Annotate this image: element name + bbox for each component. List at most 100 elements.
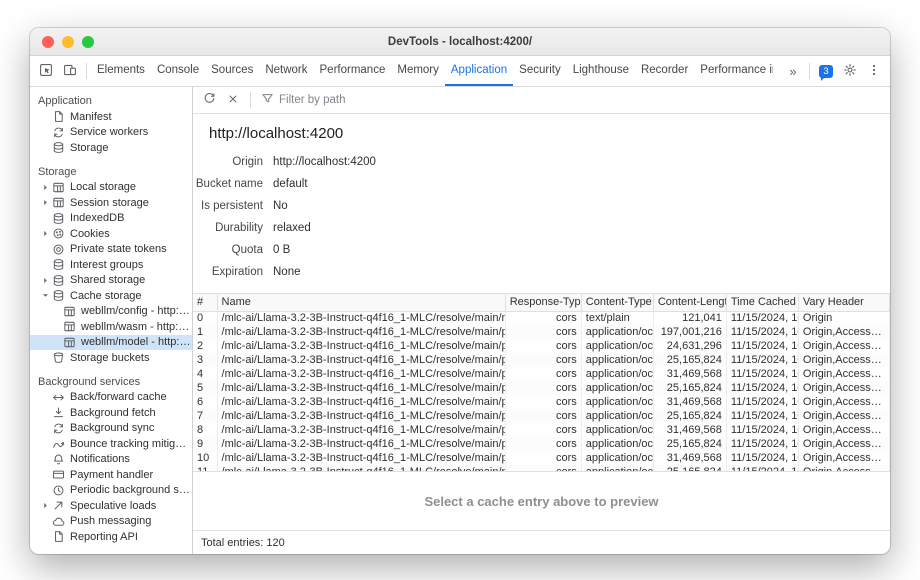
sidebar-item-indexeddb[interactable]: IndexedDB — [30, 211, 192, 227]
chevron-right-icon[interactable] — [40, 501, 51, 510]
tab-performance-insights[interactable]: Performance insights — [694, 56, 773, 86]
sidebar-item-reporting-api[interactable]: Reporting API — [30, 529, 192, 545]
tab-network[interactable]: Network — [259, 56, 313, 86]
chevron-right-icon[interactable] — [40, 276, 51, 285]
delete-selected-icon[interactable] — [222, 89, 244, 111]
table-cell: 2 — [193, 339, 217, 353]
sidebar-item-service-workers[interactable]: Service workers — [30, 125, 192, 141]
table-row[interactable]: 8/mlc-ai/Llama-3.2-3B-Instruct-q4f16_1-M… — [193, 423, 890, 437]
column-header-content-type[interactable]: Content-Type — [581, 294, 653, 311]
sidebar-item-cookies[interactable]: Cookies — [30, 226, 192, 242]
sidebar-item-shared-storage[interactable]: Shared storage — [30, 273, 192, 289]
sidebar-item-background-sync[interactable]: Background sync — [30, 421, 192, 437]
sidebar-item-push-messaging[interactable]: Push messaging — [30, 514, 192, 530]
tab-performance[interactable]: Performance — [314, 56, 392, 86]
chevron-right-icon[interactable] — [40, 183, 51, 192]
inspect-element-icon[interactable] — [34, 59, 58, 83]
tab-lighthouse[interactable]: Lighthouse — [567, 56, 635, 86]
chevron-right-icon[interactable] — [40, 198, 51, 207]
tab-label: Recorder — [641, 64, 688, 76]
table-cell: Origin,Access… — [798, 437, 889, 451]
table-row[interactable]: 0/mlc-ai/Llama-3.2-3B-Instruct-q4f16_1-M… — [193, 311, 890, 325]
table-row[interactable]: 9/mlc-ai/Llama-3.2-3B-Instruct-q4f16_1-M… — [193, 437, 890, 451]
metadata-row-origin: Originhttp://localhost:4200 — [193, 151, 890, 173]
table-row[interactable]: 4/mlc-ai/Llama-3.2-3B-Instruct-q4f16_1-M… — [193, 367, 890, 381]
column-header-response-type[interactable]: Response-Type — [505, 294, 581, 311]
tab-memory[interactable]: Memory — [391, 56, 445, 86]
filter-by-path-input[interactable]: Filter by path — [261, 92, 345, 108]
sidebar-item-webllm-model-http-loc[interactable]: webllm/model - http://loc… — [30, 335, 192, 351]
sidebar-item-payment-handler[interactable]: Payment handler — [30, 467, 192, 483]
close-window-button[interactable] — [42, 36, 54, 48]
table-row[interactable]: 10/mlc-ai/Llama-3.2-3B-Instruct-q4f16_1-… — [193, 451, 890, 465]
table-cell: 10 — [193, 451, 217, 465]
table-row[interactable]: 1/mlc-ai/Llama-3.2-3B-Instruct-q4f16_1-M… — [193, 325, 890, 339]
tab-label: Application — [451, 64, 507, 76]
table-cell: 7 — [193, 409, 217, 423]
sidebar-item-speculative-loads[interactable]: Speculative loads — [30, 498, 192, 514]
tab-console[interactable]: Console — [151, 56, 205, 86]
sidebar-item-private-state-tokens[interactable]: Private state tokens — [30, 242, 192, 258]
sidebar-item-label: Storage — [70, 142, 109, 154]
tab-application[interactable]: Application — [445, 56, 513, 86]
refresh-icon[interactable] — [198, 89, 220, 111]
table-cell: cors — [505, 367, 581, 381]
table-row[interactable]: 7/mlc-ai/Llama-3.2-3B-Instruct-q4f16_1-M… — [193, 409, 890, 423]
table-cell: Origin,Access… — [798, 339, 889, 353]
sidebar-item-session-storage[interactable]: Session storage — [30, 195, 192, 211]
table-header: #NameResponse-TypeContent-TypeContent-Le… — [193, 294, 890, 311]
sidebar-item-interest-groups[interactable]: Interest groups — [30, 257, 192, 273]
sidebar-item-label: Storage buckets — [70, 352, 150, 364]
column-header-[interactable]: # — [193, 294, 217, 311]
sidebar-item-cache-storage[interactable]: Cache storage — [30, 288, 192, 304]
more-options-icon[interactable] — [862, 59, 886, 83]
settings-gear-icon[interactable] — [838, 59, 862, 83]
sidebar-item-manifest[interactable]: Manifest — [30, 109, 192, 125]
column-header-content-length[interactable]: Content-Length — [653, 294, 726, 311]
table-cell: Origin,Access… — [798, 465, 889, 472]
more-tabs-icon[interactable]: » — [781, 59, 805, 83]
tab-sources[interactable]: Sources — [205, 56, 259, 86]
table-cell: application/oc… — [581, 353, 653, 367]
table-cell: /mlc-ai/Llama-3.2-3B-Instruct-q4f16_1-ML… — [217, 339, 505, 353]
table-cell: application/oc… — [581, 451, 653, 465]
window-titlebar[interactable]: DevTools - localhost:4200/ — [30, 28, 890, 56]
sidebar-item-back-forward-cache[interactable]: Back/forward cache — [30, 390, 192, 406]
tab-recorder[interactable]: Recorder — [635, 56, 694, 86]
tab-elements[interactable]: Elements — [91, 56, 151, 86]
sidebar-item-label: Cache storage — [70, 290, 142, 302]
table-cell: 11/15/2024, 10… — [726, 353, 798, 367]
sidebar-item-webllm-wasm-http-loca[interactable]: webllm/wasm - http://loca… — [30, 319, 192, 335]
sidebar-item-bounce-tracking-mitigations[interactable]: Bounce tracking mitigations — [30, 436, 192, 452]
sidebar-item-background-fetch[interactable]: Background fetch — [30, 405, 192, 421]
table-cell: 8 — [193, 423, 217, 437]
chevron-right-icon[interactable] — [40, 229, 51, 238]
table-row[interactable]: 5/mlc-ai/Llama-3.2-3B-Instruct-q4f16_1-M… — [193, 381, 890, 395]
cache-entries-table-wrap[interactable]: #NameResponse-TypeContent-TypeContent-Le… — [193, 293, 890, 472]
table-row[interactable]: 2/mlc-ai/Llama-3.2-3B-Instruct-q4f16_1-M… — [193, 339, 890, 353]
sidebar-item-local-storage[interactable]: Local storage — [30, 180, 192, 196]
zoom-window-button[interactable] — [82, 36, 94, 48]
column-header-name[interactable]: Name — [217, 294, 505, 311]
table-row[interactable]: 3/mlc-ai/Llama-3.2-3B-Instruct-q4f16_1-M… — [193, 353, 890, 367]
sidebar-item-periodic-background-sync[interactable]: Periodic background sync — [30, 483, 192, 499]
tab-label: Console — [157, 64, 199, 76]
table-row[interactable]: 6/mlc-ai/Llama-3.2-3B-Instruct-q4f16_1-M… — [193, 395, 890, 409]
cache-toolbar: Filter by path — [193, 87, 890, 114]
tab-security[interactable]: Security — [513, 56, 567, 86]
column-header-vary-header[interactable]: Vary Header — [798, 294, 889, 311]
chevron-down-icon[interactable] — [40, 291, 51, 300]
table-cell: 31,469,568 — [653, 395, 726, 409]
sidebar-item-notifications[interactable]: Notifications — [30, 452, 192, 468]
sidebar-item-webllm-config-http-loc[interactable]: webllm/config - http://loc… — [30, 304, 192, 320]
tab-label: Memory — [397, 64, 439, 76]
table-cell: 11/15/2024, 10… — [726, 465, 798, 472]
table-row[interactable]: 11/mlc-ai/Llama-3.2-3B-Instruct-q4f16_1-… — [193, 465, 890, 472]
sidebar-item-storage[interactable]: Storage — [30, 140, 192, 156]
device-toolbar-icon[interactable] — [58, 59, 82, 83]
table-cell: cors — [505, 311, 581, 325]
console-messages-badge[interactable]: 3 — [814, 59, 838, 83]
minimize-window-button[interactable] — [62, 36, 74, 48]
sidebar-item-storage-buckets[interactable]: Storage buckets — [30, 350, 192, 366]
column-header-time-cached[interactable]: Time Cached — [726, 294, 798, 311]
